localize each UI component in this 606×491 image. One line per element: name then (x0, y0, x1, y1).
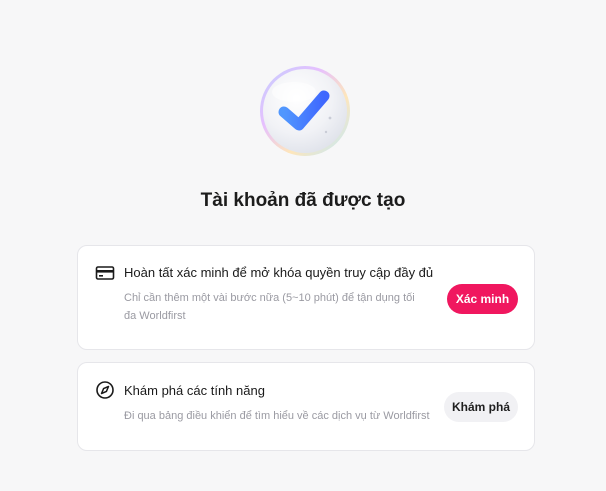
explore-card: Khám phá các tính năng Đi qua bảng điều … (77, 362, 535, 451)
page-title: Tài khoản đã được tạo (200, 190, 406, 211)
verify-heading: Hoàn tất xác minh để mở khóa quyền truy … (124, 265, 434, 280)
credit-card-icon (95, 263, 115, 283)
verify-card: Hoàn tất xác minh để mở khóa quyền truy … (77, 245, 535, 350)
compass-icon (95, 380, 115, 400)
check-badge-icon (256, 62, 354, 160)
verify-description: Chỉ cần thêm một vài bước nữa (5~10 phút… (124, 292, 415, 322)
verify-button[interactable]: Xác minh (447, 284, 518, 314)
explore-description: Đi qua bảng điều khiển để tìm hiểu về cá… (124, 410, 430, 422)
explore-button[interactable]: Khám phá (444, 392, 518, 422)
explore-heading: Khám phá các tính năng (124, 383, 265, 398)
